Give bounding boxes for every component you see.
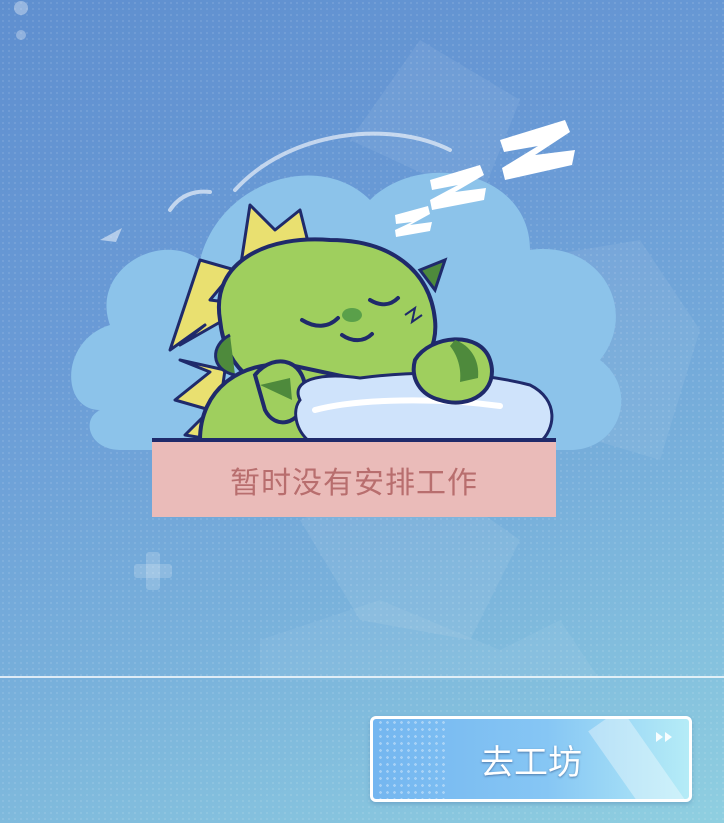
plus-sparkle-icon [134, 552, 172, 590]
empty-work-screen: 暂时没有安排工作 去工坊 [0, 0, 724, 823]
divider-line [0, 676, 724, 678]
empty-state-banner: 暂时没有安排工作 [152, 442, 556, 517]
fast-forward-icon [656, 732, 672, 742]
go-to-workshop-button[interactable]: 去工坊 [370, 716, 692, 802]
empty-state-message: 暂时没有安排工作 [230, 465, 478, 501]
go-to-workshop-label: 去工坊 [480, 742, 582, 783]
